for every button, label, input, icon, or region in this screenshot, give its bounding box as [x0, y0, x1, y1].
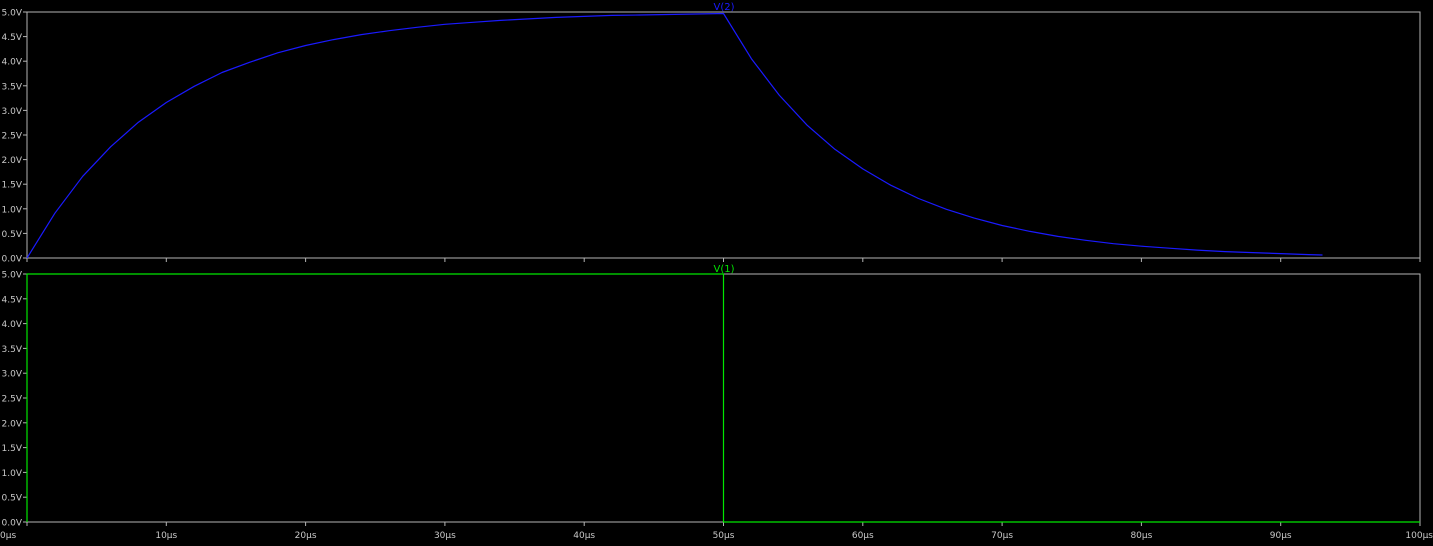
- series-line-V(2): [26, 12, 1323, 259]
- y-tick-label: 0.0V: [2, 519, 23, 529]
- y-tick-label: 3.5V: [2, 82, 23, 92]
- x-tick-label: 40µs: [573, 531, 595, 541]
- x-tick-label: 10µs: [155, 531, 177, 541]
- x-tick-label: 70µs: [991, 531, 1013, 541]
- y-tick-label: 4.0V: [2, 320, 23, 330]
- y-tick-label: 2.5V: [2, 132, 23, 142]
- waveform-viewer: 0.0V 0.5V 1.0V 1.5V 2.0V 2.5V 3.0V 3.5V 4.0V 4.5V…: [0, 0, 1433, 542]
- y-tick-label: 4.0V: [2, 58, 23, 68]
- plot-frame: [26, 11, 1421, 259]
- pane-1: 0.0V 0.5V 1.0V 1.5V 2.0V 2.5V 3.0V 3.5V 4.0V 4.5V…: [2, 2, 1421, 265]
- x-tick-label: 30µs: [434, 531, 456, 541]
- y-tick-label: 3.5V: [2, 345, 23, 355]
- waveform-plot-svg[interactable]: 0.0V 0.5V 1.0V 1.5V 2.0V 2.5V 3.0V 3.5V 4.0V 4.5V…: [0, 0, 1433, 542]
- y-tick-label: 5.0V: [2, 271, 23, 281]
- y-tick-label: 3.0V: [2, 370, 23, 380]
- y-tick-label: 0.0V: [2, 255, 23, 265]
- x-tick-label: 100µs: [1405, 531, 1433, 541]
- series-line-V(1): [26, 273, 1420, 523]
- x-tick-label: 20µs: [295, 531, 317, 541]
- y-tick-label: 1.5V: [2, 181, 23, 191]
- y-tick-label: 1.0V: [2, 469, 23, 479]
- pane-2: 0.0V 0.5V 1.0V 1.5V 2.0V 2.5V 3.0V 3.5V 4.0V 4.5V…: [0, 264, 1433, 541]
- x-tick-label: 80µs: [1130, 531, 1152, 541]
- trace-label: V(1): [713, 264, 734, 275]
- y-tick-label: 0.5V: [2, 230, 23, 240]
- y-tick-label: 4.5V: [2, 33, 23, 43]
- y-tick-label: 2.0V: [2, 419, 23, 429]
- y-tick-label: 2.0V: [2, 156, 23, 166]
- x-tick-label: 0µs: [0, 531, 16, 541]
- x-tick-label: 90µs: [1270, 531, 1292, 541]
- y-tick-label: 1.5V: [2, 444, 23, 454]
- x-tick-label: 60µs: [852, 531, 874, 541]
- y-tick-label: 4.5V: [2, 295, 23, 305]
- x-tick-label: 50µs: [713, 531, 735, 541]
- y-tick-label: 3.0V: [2, 107, 23, 117]
- y-tick-label: 2.5V: [2, 395, 23, 405]
- y-tick-label: 5.0V: [2, 9, 23, 19]
- y-tick-label: 0.5V: [2, 494, 23, 504]
- trace-label: V(2): [713, 2, 734, 13]
- y-tick-label: 1.0V: [2, 205, 23, 215]
